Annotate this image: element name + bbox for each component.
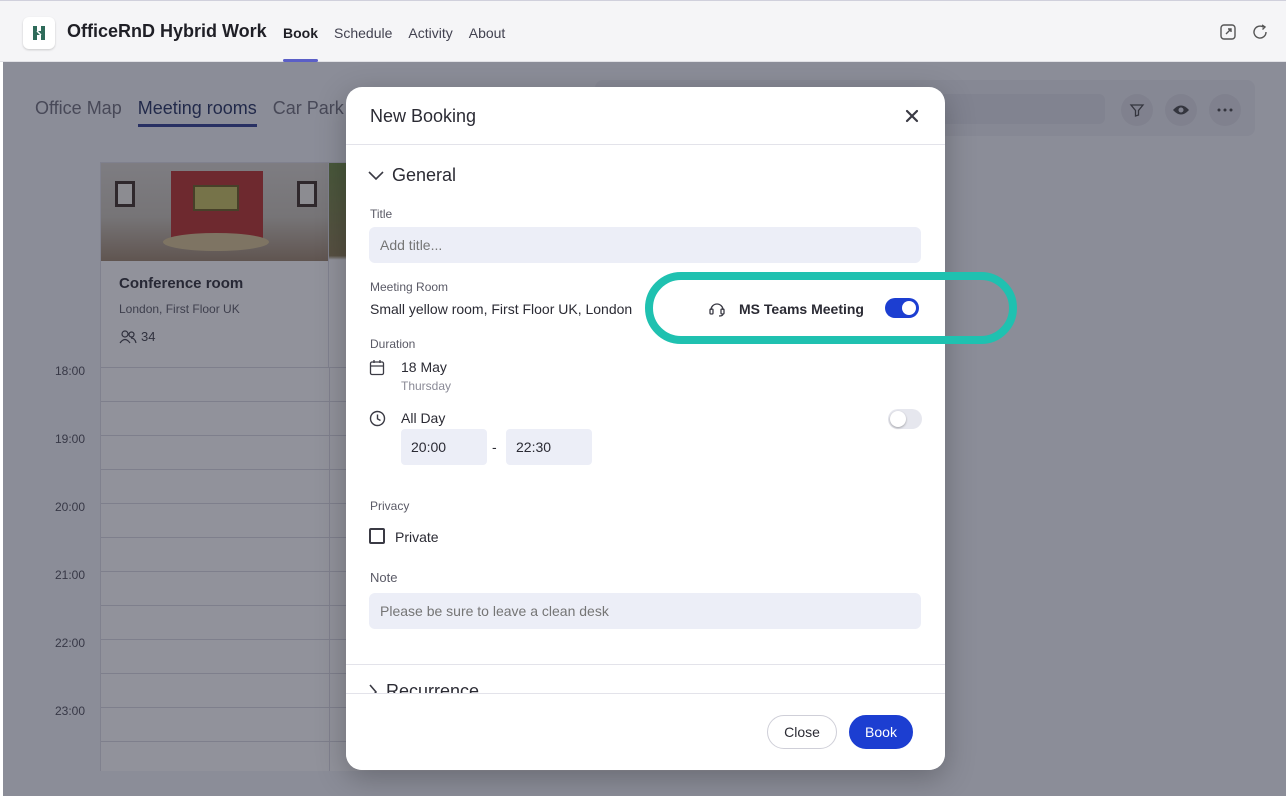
dialog-footer: Close Book [346, 693, 945, 770]
app-logo[interactable] [23, 17, 55, 49]
refresh-icon[interactable] [1251, 23, 1269, 41]
chevron-down-icon [368, 170, 384, 180]
dialog-title: New Booking [370, 106, 477, 126]
nav-book[interactable]: Book [283, 1, 318, 63]
new-booking-dialog: New Booking General Title Meeting Room S… [346, 87, 945, 770]
meeting-room-label: Meeting Room [370, 280, 449, 294]
booking-weekday: Thursday [401, 379, 452, 393]
nav-about[interactable]: About [469, 1, 506, 63]
start-time-input[interactable]: 20:00 [401, 429, 487, 465]
title-label: Title [370, 207, 393, 221]
nav-activity[interactable]: Activity [408, 1, 452, 63]
close-icon[interactable] [903, 107, 921, 125]
title-input[interactable] [369, 227, 921, 263]
dialog-header: New Booking [346, 87, 945, 145]
app-bar: OfficeRnD Hybrid Work Book Schedule Acti… [0, 0, 1286, 62]
calendar-icon [369, 360, 385, 376]
ms-teams-highlight-annotation [645, 272, 1017, 344]
note-input[interactable] [369, 593, 921, 629]
meeting-room-value: Small yellow room, First Floor UK, Londo… [370, 301, 633, 317]
privacy-label: Privacy [370, 499, 410, 513]
note-label: Note [370, 570, 398, 585]
all-day-label: All Day [401, 410, 446, 426]
private-label: Private [395, 529, 439, 545]
main-nav: Book Schedule Activity About [283, 1, 505, 63]
nav-schedule[interactable]: Schedule [334, 1, 392, 63]
popout-icon[interactable] [1219, 23, 1237, 41]
end-time-input[interactable]: 22:30 [506, 429, 592, 465]
time-separator: - [492, 439, 497, 455]
clock-icon [369, 410, 386, 427]
duration-label: Duration [370, 337, 416, 351]
general-section-toggle[interactable]: General [368, 165, 456, 186]
private-checkbox[interactable] [369, 528, 385, 544]
app-title: OfficeRnD Hybrid Work [67, 21, 267, 41]
booking-date[interactable]: 18 May [401, 359, 447, 375]
book-button[interactable]: Book [849, 715, 913, 749]
officernd-logo-icon [33, 26, 45, 40]
close-button[interactable]: Close [767, 715, 837, 749]
general-section-label: General [392, 165, 457, 185]
all-day-toggle[interactable] [888, 409, 922, 429]
